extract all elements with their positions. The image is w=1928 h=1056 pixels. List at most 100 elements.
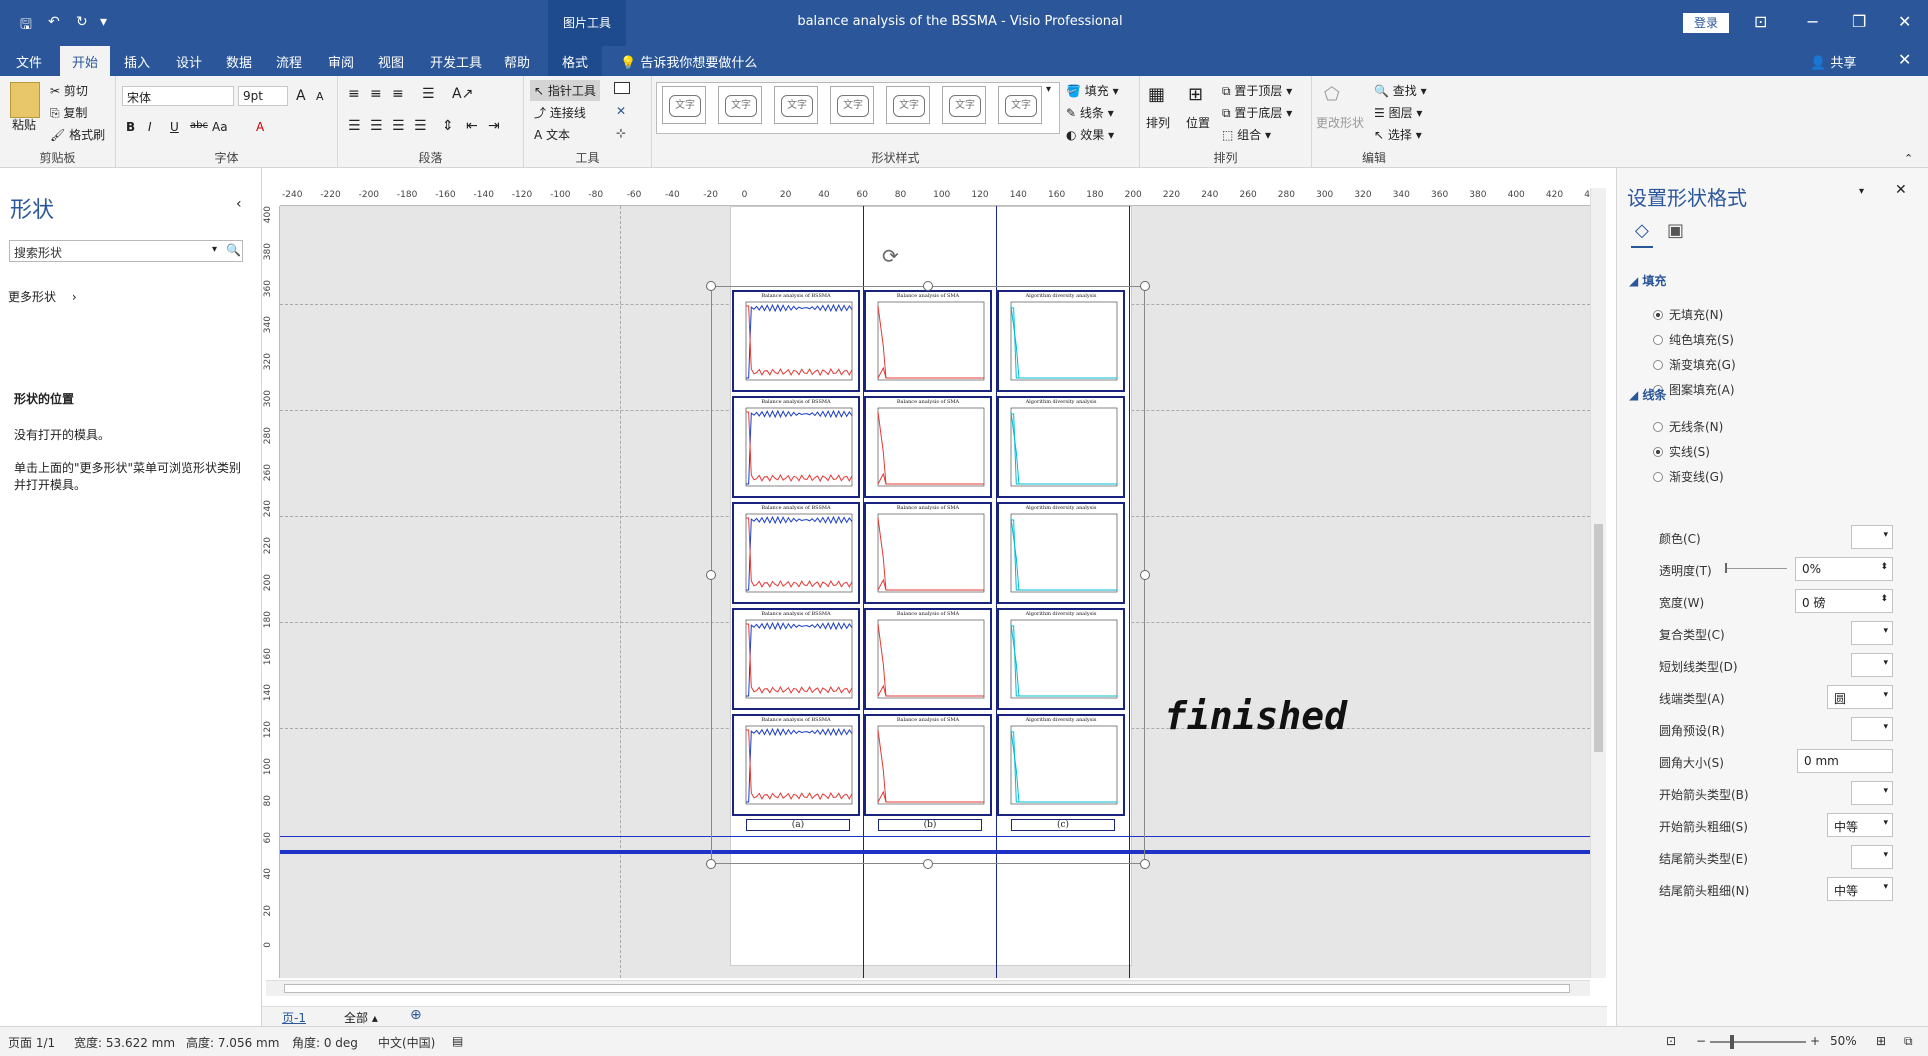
customize-qa-icon[interactable]: ▾ <box>100 14 107 30</box>
horizontal-scroll-thumb[interactable] <box>284 984 1570 993</box>
arrange-button[interactable]: 排列 <box>1146 114 1170 131</box>
dropdown-arrow-icon[interactable]: ▾ <box>1883 626 1888 636</box>
tab-view[interactable]: 视图 <box>378 52 404 71</box>
status-page[interactable]: 页面 1/1 <box>8 1034 55 1051</box>
ribbon-display-icon[interactable]: ⊡ <box>1754 12 1767 31</box>
dropdown-arrow-icon[interactable]: ▾ <box>1883 530 1888 540</box>
search-shapes-input[interactable]: 搜索形状 <box>9 240 243 262</box>
save-icon[interactable]: 🖫 <box>20 14 32 38</box>
tab-design[interactable]: 设计 <box>176 52 202 71</box>
fill-option-radio[interactable]: 无填充(N) <box>1653 306 1723 323</box>
fit-page-icon[interactable]: ⊞ <box>1876 1034 1886 1048</box>
line-property-control[interactable]: ▾ <box>1851 717 1893 741</box>
redo-icon[interactable]: ↻ <box>76 14 88 30</box>
line-option-radio[interactable]: 实线(S) <box>1653 443 1710 460</box>
line-option-radio[interactable]: 无线条(N) <box>1653 418 1723 435</box>
arrange-icon[interactable]: ▦ <box>1148 84 1165 105</box>
style-swatch-2[interactable]: 文字 <box>718 86 762 124</box>
select-button[interactable]: ↖ 选择 ▾ <box>1374 126 1422 143</box>
fill-section-header[interactable]: ◢ 填充 <box>1629 272 1666 289</box>
close-pane-icon[interactable]: ✕ <box>1895 182 1907 198</box>
position-button[interactable]: 位置 <box>1186 114 1210 131</box>
resize-handle[interactable] <box>706 859 716 869</box>
line-property-control[interactable]: 0 磅 ⬍ <box>1795 589 1893 613</box>
tab-data[interactable]: 数据 <box>226 52 252 71</box>
line-property-control[interactable]: 圆 ▾ <box>1827 685 1893 709</box>
more-shapes-menu[interactable]: 更多形状 › <box>8 288 77 305</box>
resize-handle[interactable] <box>923 281 933 291</box>
dropdown-arrow-icon[interactable]: ▾ <box>1883 722 1888 732</box>
align-middle-icon[interactable]: ≡ <box>370 86 382 102</box>
style-swatch-3[interactable]: 文字 <box>774 86 818 124</box>
close-doc-icon[interactable]: ✕ <box>1898 50 1911 69</box>
tell-me-search[interactable]: 💡 告诉我你想要做什么 <box>620 52 757 71</box>
rotate-handle-icon[interactable]: ⟳ <box>882 244 899 268</box>
fill-line-icon[interactable]: ◇ <box>1635 220 1649 241</box>
effects-button[interactable]: ◐ 效果 ▾ <box>1066 126 1114 143</box>
text-direction-icon[interactable]: A↗ <box>452 86 473 102</box>
italic-button[interactable]: I <box>148 120 152 134</box>
text-tool-button[interactable]: A 文本 <box>534 126 570 143</box>
grow-font-button[interactable]: A <box>296 88 306 104</box>
group-button[interactable]: ⬚ 组合 ▾ <box>1222 126 1271 143</box>
spinner-arrows-icon[interactable]: ⬍ <box>1880 594 1888 604</box>
dropdown-arrow-icon[interactable]: ▾ <box>1883 786 1888 796</box>
line-property-control[interactable]: 0 mm <box>1797 749 1893 773</box>
search-icon[interactable]: 🔍 <box>226 243 241 257</box>
horizontal-scrollbar[interactable] <box>266 980 1590 996</box>
underline-button[interactable]: U <box>170 120 179 134</box>
tab-insert[interactable]: 插入 <box>124 52 150 71</box>
align-right-icon[interactable]: ☰ <box>392 118 405 134</box>
resize-handle[interactable] <box>1140 570 1150 580</box>
line-property-control[interactable]: ▾ <box>1851 653 1893 677</box>
copy-button[interactable]: ⎘ 复制 <box>50 104 87 121</box>
line-section-header[interactable]: ◢ 线条 <box>1629 386 1666 403</box>
zoom-slider-thumb[interactable] <box>1730 1035 1734 1049</box>
tab-format[interactable]: 格式 <box>548 46 603 76</box>
tab-home[interactable]: 开始 <box>60 46 111 76</box>
send-to-back-button[interactable]: ⧉ 置于底层 ▾ <box>1222 104 1292 121</box>
delete-connection-icon[interactable]: ✕ <box>616 104 626 118</box>
line-property-control[interactable]: ▾ <box>1851 525 1893 549</box>
connection-point-icon[interactable]: ⊹ <box>616 126 626 140</box>
line-property-control[interactable]: 中等 ▾ <box>1827 813 1893 837</box>
dropdown-arrow-icon[interactable]: ▾ <box>1883 850 1888 860</box>
style-swatch-4[interactable]: 文字 <box>830 86 874 124</box>
zoom-level[interactable]: 50% <box>1830 1034 1857 1048</box>
pointer-tool-button[interactable]: ↖ 指针工具 <box>530 80 600 101</box>
layers-button[interactable]: ☰ 图层 ▾ <box>1374 104 1422 121</box>
resize-handle[interactable] <box>706 281 716 291</box>
add-page-icon[interactable]: ⊕ <box>410 1007 422 1023</box>
transparency-slider-thumb[interactable] <box>1725 563 1727 573</box>
share-button[interactable]: 👤 共享 <box>1810 52 1856 71</box>
align-top-icon[interactable]: ≡ <box>348 86 360 102</box>
zoom-in-button[interactable]: + <box>1810 1034 1820 1048</box>
align-left-icon[interactable]: ☰ <box>348 118 361 134</box>
spinner-arrows-icon[interactable]: ⬍ <box>1880 562 1888 572</box>
style-swatch-7[interactable]: 文字 <box>998 86 1042 124</box>
presentation-mode-icon[interactable]: ⊡ <box>1666 1034 1676 1048</box>
tab-review[interactable]: 审阅 <box>328 52 354 71</box>
fill-option-radio[interactable]: 渐变填充(G) <box>1653 356 1736 373</box>
minimize-button[interactable]: − <box>1806 12 1819 31</box>
font-color-button[interactable]: A <box>256 120 264 134</box>
line-property-control[interactable]: 中等 ▾ <box>1827 877 1893 901</box>
pane-options-icon[interactable]: ▾ <box>1859 186 1864 197</box>
line-property-control[interactable]: ▾ <box>1851 845 1893 869</box>
line-property-control[interactable]: 0% ⬍ <box>1795 557 1893 581</box>
connector-button[interactable]: ⤴ 连接线 <box>534 104 586 121</box>
dropdown-arrow-icon[interactable]: ▾ <box>1883 882 1888 892</box>
line-option-radio[interactable]: 渐变线(G) <box>1653 468 1724 485</box>
bring-to-front-button[interactable]: ⧉ 置于顶层 ▾ <box>1222 82 1292 99</box>
font-name-select[interactable]: 宋体 <box>122 86 234 106</box>
style-swatch-1[interactable]: 文字 <box>662 86 706 124</box>
change-case-button[interactable]: Aa <box>212 120 228 134</box>
tab-process[interactable]: 流程 <box>276 52 302 71</box>
all-pages-button[interactable]: 全部 ▴ <box>344 1009 378 1026</box>
dropdown-arrow-icon[interactable]: ▾ <box>1883 690 1888 700</box>
resize-handle[interactable] <box>706 570 716 580</box>
fill-option-radio[interactable]: 纯色填充(S) <box>1653 331 1734 348</box>
maximize-button[interactable]: ❐ <box>1852 12 1866 31</box>
paste-icon[interactable] <box>10 82 40 118</box>
vertical-scrollbar[interactable] <box>1590 188 1606 978</box>
